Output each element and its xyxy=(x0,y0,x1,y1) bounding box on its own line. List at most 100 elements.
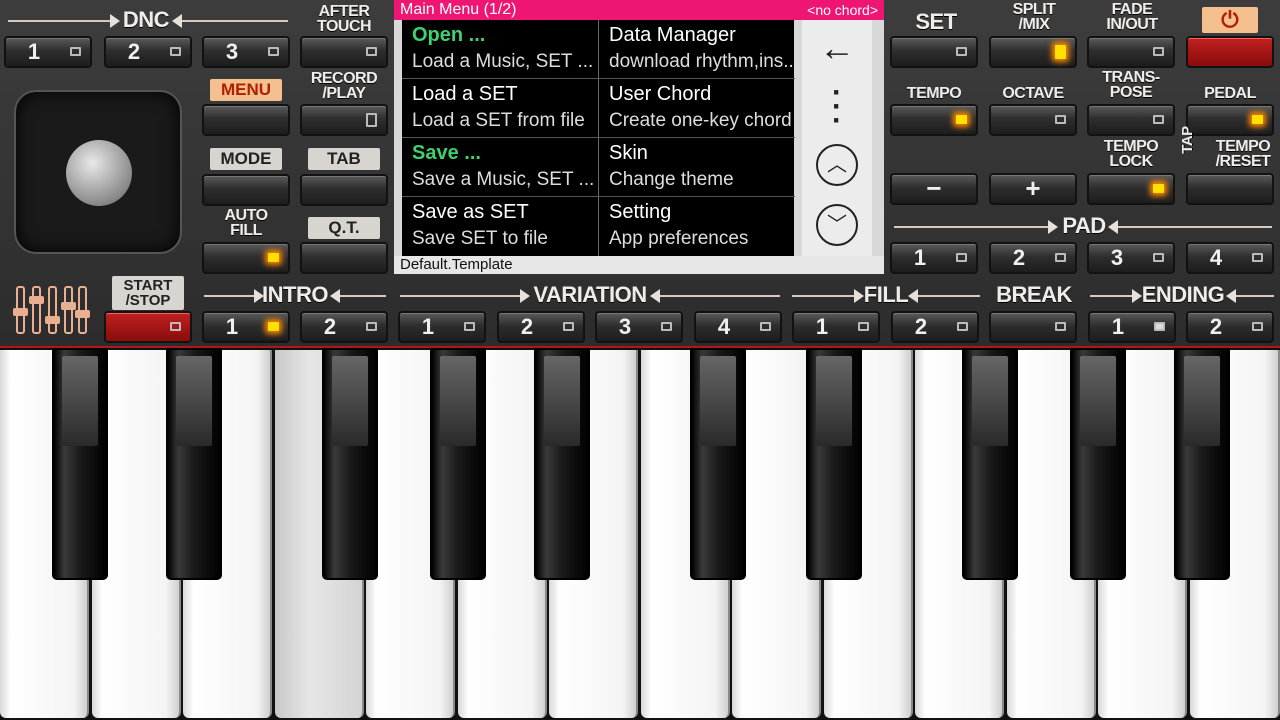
black-key[interactable] xyxy=(534,348,590,580)
menu-item-load-set[interactable]: Load a SET Load a SET from file xyxy=(402,79,598,138)
menu-item-skin[interactable]: Skin Change theme xyxy=(599,138,795,197)
power-button[interactable] xyxy=(1186,36,1274,68)
power-icon: ⏻ xyxy=(1221,7,1239,32)
menu-item-setting[interactable]: Setting App preferences xyxy=(599,197,795,256)
joystick[interactable] xyxy=(14,90,182,254)
fill-button-2[interactable]: 2 xyxy=(891,311,979,343)
black-key[interactable] xyxy=(806,348,862,580)
chord-indicator: <no chord> xyxy=(807,2,878,18)
pad-label: PAD xyxy=(1062,213,1106,238)
black-key[interactable] xyxy=(690,348,746,580)
record-play-button[interactable] xyxy=(300,104,388,136)
variation-line-right xyxy=(650,289,780,303)
tempo-button[interactable] xyxy=(890,104,978,136)
intro-line-right xyxy=(330,289,386,303)
fill-button-1[interactable]: 1 xyxy=(792,311,880,343)
pedal-button[interactable] xyxy=(1186,104,1274,136)
minus-button[interactable]: − xyxy=(890,173,978,205)
more-vert-icon[interactable]: · · · xyxy=(802,78,872,136)
transpose-button[interactable] xyxy=(1087,104,1175,136)
break-button[interactable] xyxy=(989,311,1077,343)
record-play-label: RECORD /PLAY xyxy=(310,70,378,102)
tab-button[interactable] xyxy=(300,174,388,206)
variation-button-1[interactable]: 1 xyxy=(398,311,486,343)
fill-line-right xyxy=(908,289,980,303)
variation-line-left xyxy=(400,289,530,303)
back-arrow-icon[interactable]: ← xyxy=(802,28,872,68)
qt-button[interactable] xyxy=(300,242,388,274)
black-key[interactable] xyxy=(430,348,486,580)
tempo-lock-button[interactable] xyxy=(1087,173,1175,205)
start-stop-button[interactable] xyxy=(104,311,192,343)
variation-button-2[interactable]: 2 xyxy=(497,311,585,343)
dnc-button-2[interactable]: 2 xyxy=(104,36,192,68)
dnc-button-1[interactable]: 1 xyxy=(4,36,92,68)
menu-divider xyxy=(598,20,599,256)
menu-button[interactable] xyxy=(202,104,290,136)
dnc-line-right xyxy=(172,14,288,28)
menu-item-save-as-set[interactable]: Save as SET Save SET to file xyxy=(402,197,598,256)
menu-item-data-manager[interactable]: Data Manager download rhythm,ins... xyxy=(599,20,795,79)
start-stop-label: START /STOP xyxy=(112,276,184,310)
tap-label: TAP xyxy=(1179,126,1196,154)
plus-button[interactable]: + xyxy=(989,173,1077,205)
main-menu-title: Main Menu (1/2) xyxy=(400,1,517,18)
ending-line-left xyxy=(1090,289,1142,303)
dnc-line-left xyxy=(8,14,120,28)
ending-button-2[interactable]: 2 xyxy=(1186,311,1274,343)
chevron-down-icon[interactable]: ﹀ xyxy=(802,204,872,246)
set-label: SET xyxy=(915,9,957,34)
fade-in-out-label: FADE IN/OUT xyxy=(1106,1,1158,33)
fill-line-left xyxy=(792,289,864,303)
menu-item-save[interactable]: Save ... Save a Music, SET ... xyxy=(402,138,598,197)
ending-label: ENDING xyxy=(1141,282,1225,307)
intro-button-2[interactable]: 2 xyxy=(300,311,388,343)
piano-keyboard xyxy=(0,346,1280,720)
tap-tempo-button[interactable] xyxy=(1186,173,1274,205)
template-status: Default.Template xyxy=(394,256,884,274)
tempo-lock-label: TEMPO LOCK xyxy=(1103,138,1159,170)
black-key[interactable] xyxy=(52,348,108,580)
split-mix-button[interactable] xyxy=(989,36,1077,68)
aftertouch-label: AFTER TOUCH xyxy=(316,3,372,35)
set-button[interactable] xyxy=(890,36,978,68)
menu-label: MENU xyxy=(210,79,282,101)
pad-button-3[interactable]: 3 xyxy=(1087,242,1175,274)
mode-button[interactable] xyxy=(202,174,290,206)
transpose-label: TRANS- POSE xyxy=(1102,69,1160,101)
ending-button-1[interactable]: 1 xyxy=(1088,311,1176,343)
break-label: BREAK xyxy=(996,282,1072,307)
mixer-sliders-icon[interactable] xyxy=(4,282,90,338)
pad-line-right xyxy=(1108,220,1272,234)
dnc-button-3[interactable]: 3 xyxy=(202,36,290,68)
aftertouch-button[interactable] xyxy=(300,36,388,68)
menu-item-user-chord[interactable]: User Chord Create one-key chord xyxy=(599,79,795,138)
fade-in-out-button[interactable] xyxy=(1087,36,1175,68)
power-label: ⏻ xyxy=(1202,7,1258,33)
auto-fill-button[interactable] xyxy=(202,242,290,274)
variation-button-3[interactable]: 3 xyxy=(595,311,683,343)
fill-label: FILL xyxy=(863,282,909,307)
split-mix-label: SPLIT /MIX xyxy=(1012,1,1056,33)
pad-line-left xyxy=(894,220,1058,234)
pad-button-2[interactable]: 2 xyxy=(989,242,1077,274)
main-menu-title-bar: Main Menu (1/2) <no chord> xyxy=(394,0,884,20)
main-menu-grid: Open ... Load a Music, SET ... Data Manag… xyxy=(402,20,795,256)
pad-button-1[interactable]: 1 xyxy=(890,242,978,274)
octave-label: OCTAVE xyxy=(1002,85,1064,102)
black-key[interactable] xyxy=(322,348,378,580)
joystick-knob[interactable] xyxy=(66,140,132,206)
chevron-up-icon[interactable]: ︿ xyxy=(802,144,872,186)
intro-label: INTRO xyxy=(262,282,328,307)
pad-button-4[interactable]: 4 xyxy=(1186,242,1274,274)
octave-button[interactable] xyxy=(989,104,1077,136)
variation-button-4[interactable]: 4 xyxy=(694,311,782,343)
black-key[interactable] xyxy=(1174,348,1230,580)
black-key[interactable] xyxy=(1070,348,1126,580)
black-key[interactable] xyxy=(962,348,1018,580)
black-key[interactable] xyxy=(166,348,222,580)
variation-label: VARIATION xyxy=(533,282,647,307)
intro-button-1[interactable]: 1 xyxy=(202,311,290,343)
dnc-label: DNC xyxy=(122,7,170,32)
menu-item-open[interactable]: Open ... Load a Music, SET ... xyxy=(402,20,598,79)
